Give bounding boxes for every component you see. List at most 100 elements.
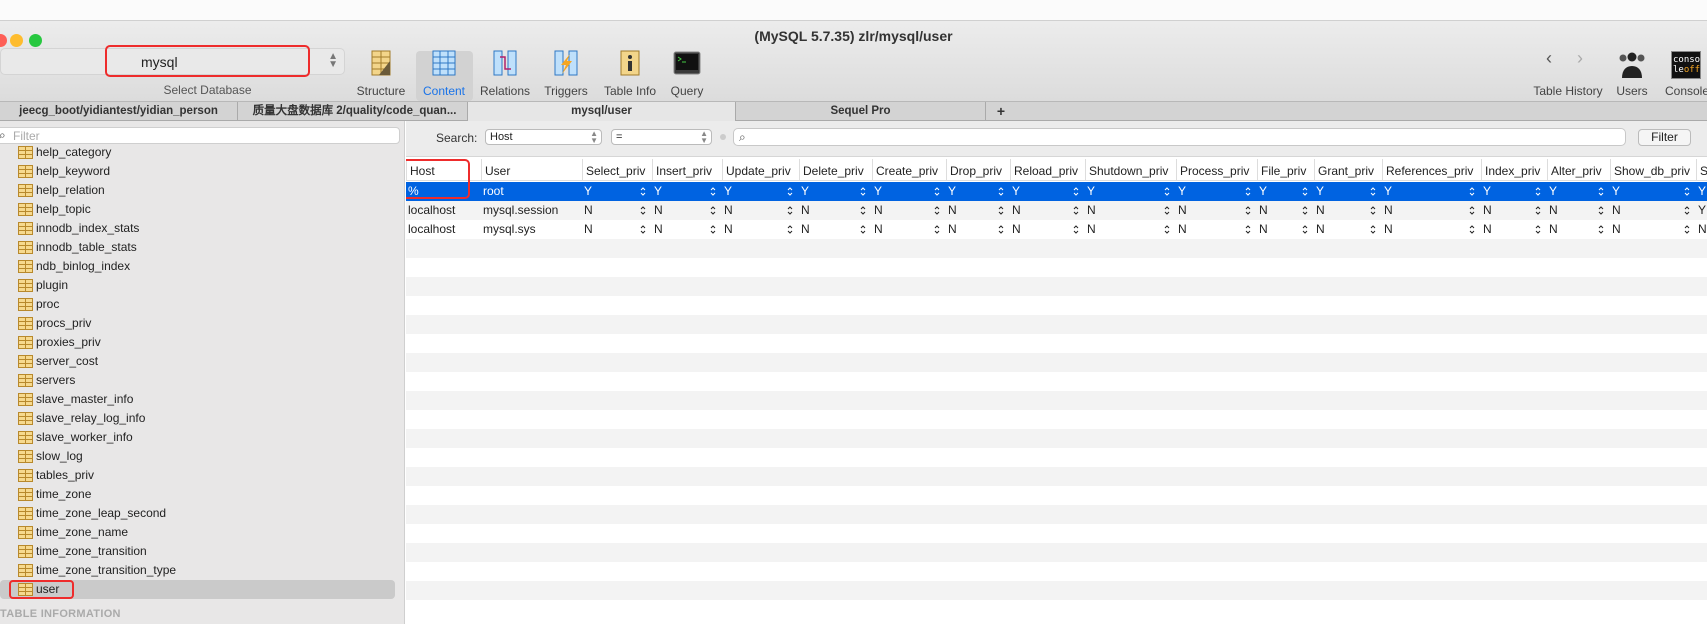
search-input[interactable]: ⌕ — [733, 128, 1626, 146]
table-cell[interactable]: N — [1176, 220, 1257, 239]
sidebar-table-item[interactable]: time_zone — [0, 485, 395, 504]
column-header[interactable]: References_priv — [1382, 159, 1481, 181]
table-cell[interactable]: N — [1257, 201, 1314, 220]
column-header[interactable]: Index_priv — [1481, 159, 1547, 181]
table-row[interactable]: localhost mysql.session N N N N N N N N N N N N N N N Y — [406, 201, 1707, 220]
table-cell[interactable]: N — [1696, 220, 1707, 239]
table-cell[interactable]: localhost — [406, 220, 481, 239]
table-cell[interactable]: Y — [1010, 182, 1085, 201]
table-cell[interactable]: Y — [799, 182, 872, 201]
table-cell[interactable]: N — [1314, 201, 1382, 220]
table-cell[interactable]: Y — [1481, 182, 1547, 201]
sidebar-table-item[interactable]: server_cost — [0, 352, 395, 371]
sidebar-table-item[interactable]: servers — [0, 371, 395, 390]
column-header[interactable]: Process_priv — [1176, 159, 1257, 181]
users-button[interactable] — [1616, 51, 1648, 79]
column-header[interactable]: File_priv — [1257, 159, 1314, 181]
table-cell[interactable]: N — [1010, 220, 1085, 239]
column-header[interactable]: User — [481, 159, 582, 181]
table-cell[interactable]: Y — [872, 182, 946, 201]
table-cell[interactable]: Y — [1547, 182, 1610, 201]
column-header[interactable]: Drop_priv — [946, 159, 1010, 181]
table-cell[interactable]: N — [872, 220, 946, 239]
table-cell[interactable]: N — [1257, 220, 1314, 239]
console-icon[interactable]: conso leoff — [1671, 51, 1701, 79]
column-header[interactable]: Insert_priv — [652, 159, 722, 181]
relations-button[interactable]: Relations — [475, 49, 535, 98]
table-cell[interactable]: Y — [946, 182, 1010, 201]
table-cell[interactable]: Y — [1314, 182, 1382, 201]
table-cell[interactable]: N — [1382, 220, 1481, 239]
table-cell[interactable]: mysql.sys — [481, 220, 582, 239]
sidebar-table-item[interactable]: help_keyword — [0, 162, 395, 181]
sidebar-table-item[interactable]: innodb_index_stats — [0, 219, 395, 238]
structure-button[interactable]: Structure — [351, 49, 411, 98]
table-cell[interactable]: N — [799, 201, 872, 220]
table-cell[interactable]: Y — [1176, 182, 1257, 201]
search-operator-select[interactable]: = ▲ ▼ — [611, 129, 712, 145]
table-cell[interactable]: Y — [722, 182, 799, 201]
sidebar-table-item[interactable]: ndb_binlog_index — [0, 257, 395, 276]
sidebar-table-item[interactable]: time_zone_name — [0, 523, 395, 542]
sidebar-table-item[interactable]: proxies_priv — [0, 333, 395, 352]
table-cell[interactable]: Y — [1257, 182, 1314, 201]
column-header[interactable]: Alter_priv — [1547, 159, 1610, 181]
table-row[interactable]: % root Y Y Y Y Y Y Y Y Y Y Y Y Y Y Y Y — [406, 182, 1707, 201]
table-cell[interactable]: N — [722, 220, 799, 239]
sidebar-table-item[interactable]: procs_priv — [0, 314, 395, 333]
sidebar-table-item[interactable]: help_topic — [0, 200, 395, 219]
triggers-button[interactable]: Triggers — [536, 49, 596, 98]
table-cell[interactable]: N — [652, 220, 722, 239]
table-cell[interactable]: N — [722, 201, 799, 220]
column-header[interactable]: Show_db_priv — [1610, 159, 1696, 181]
table-filter-input[interactable]: ⌕ Filter — [0, 127, 400, 144]
sidebar-table-item[interactable]: plugin — [0, 276, 395, 295]
table-cell[interactable]: N — [1481, 220, 1547, 239]
column-header[interactable]: Grant_priv — [1314, 159, 1382, 181]
table-row[interactable]: localhost mysql.sys N N N N N N N N N N N N N N N N — [406, 220, 1707, 239]
sidebar-table-item[interactable]: slow_log — [0, 447, 395, 466]
table-cell[interactable]: Y — [582, 182, 652, 201]
table-cell[interactable]: N — [1382, 201, 1481, 220]
table-cell[interactable]: Y — [1696, 201, 1707, 220]
table-cell[interactable]: N — [1010, 201, 1085, 220]
column-header[interactable]: Shutdown_priv — [1085, 159, 1176, 181]
sidebar-table-item[interactable]: time_zone_transition_type — [0, 561, 395, 580]
table-cell[interactable]: N — [1481, 201, 1547, 220]
table-cell[interactable]: Y — [1382, 182, 1481, 201]
column-header[interactable]: Reload_priv — [1010, 159, 1085, 181]
column-header[interactable]: Su — [1696, 159, 1707, 181]
new-tab-button[interactable]: + — [992, 102, 1010, 121]
table-info-button[interactable]: Table Info — [600, 49, 660, 98]
table-cell[interactable]: N — [1547, 201, 1610, 220]
table-cell[interactable]: N — [1610, 220, 1696, 239]
search-field-select[interactable]: Host ▲ ▼ — [485, 129, 602, 145]
sidebar-table-item[interactable]: time_zone_transition — [0, 542, 395, 561]
sidebar-table-item[interactable]: slave_relay_log_info — [0, 409, 395, 428]
table-cell[interactable]: N — [582, 220, 652, 239]
table-cell[interactable]: N — [1547, 220, 1610, 239]
table-cell[interactable]: N — [1314, 220, 1382, 239]
table-cell[interactable]: N — [1085, 220, 1176, 239]
table-cell[interactable]: N — [799, 220, 872, 239]
table-cell[interactable]: Y — [1085, 182, 1176, 201]
tab-yidian-person[interactable]: jeecg_boot/yidiantest/yidian_person — [0, 102, 238, 121]
column-header[interactable]: Update_priv — [722, 159, 799, 181]
table-cell[interactable]: localhost — [406, 201, 481, 220]
table-cell[interactable]: N — [1085, 201, 1176, 220]
table-cell[interactable]: N — [1176, 201, 1257, 220]
history-back-icon[interactable]: ‹ — [1546, 48, 1552, 69]
tab-mysql-user[interactable]: mysql/user — [468, 102, 736, 121]
sidebar-table-item[interactable]: time_zone_leap_second — [0, 504, 395, 523]
filter-button[interactable]: Filter — [1638, 129, 1691, 146]
table-cell[interactable]: Y — [652, 182, 722, 201]
table-cell[interactable]: Y — [1610, 182, 1696, 201]
sidebar-table-item[interactable]: help_relation — [0, 181, 395, 200]
sidebar-table-item[interactable]: slave_master_info — [0, 390, 395, 409]
sidebar-table-item[interactable]: proc — [0, 295, 395, 314]
content-button[interactable]: Content — [414, 49, 474, 98]
column-header[interactable]: Delete_priv — [799, 159, 872, 181]
table-cell[interactable]: N — [1610, 201, 1696, 220]
query-button[interactable]: Query — [657, 49, 717, 98]
history-forward-icon[interactable]: › — [1577, 48, 1583, 69]
